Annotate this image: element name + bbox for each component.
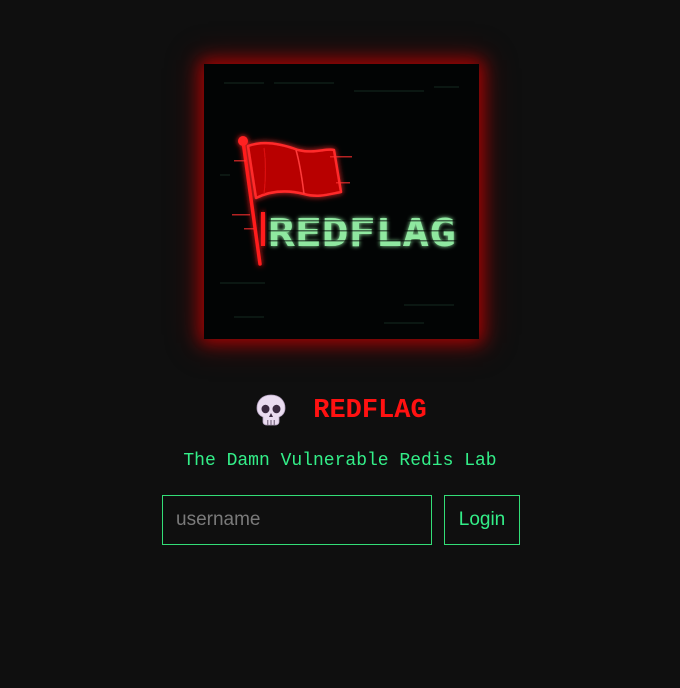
app-heading: REDFLAG [0, 388, 680, 432]
app-subtitle: The Damn Vulnerable Redis Lab [183, 451, 497, 471]
username-input[interactable] [162, 495, 432, 545]
login-form: Login [162, 495, 520, 545]
login-button[interactable]: Login [444, 495, 520, 545]
logo-image: REDFLAG [204, 64, 479, 339]
redflag-logo-graphic: REDFLAG [204, 64, 479, 339]
skull-icon [253, 392, 289, 428]
app-title: REDFLAG [313, 396, 427, 426]
logo-text: REDFLAG [268, 211, 456, 255]
